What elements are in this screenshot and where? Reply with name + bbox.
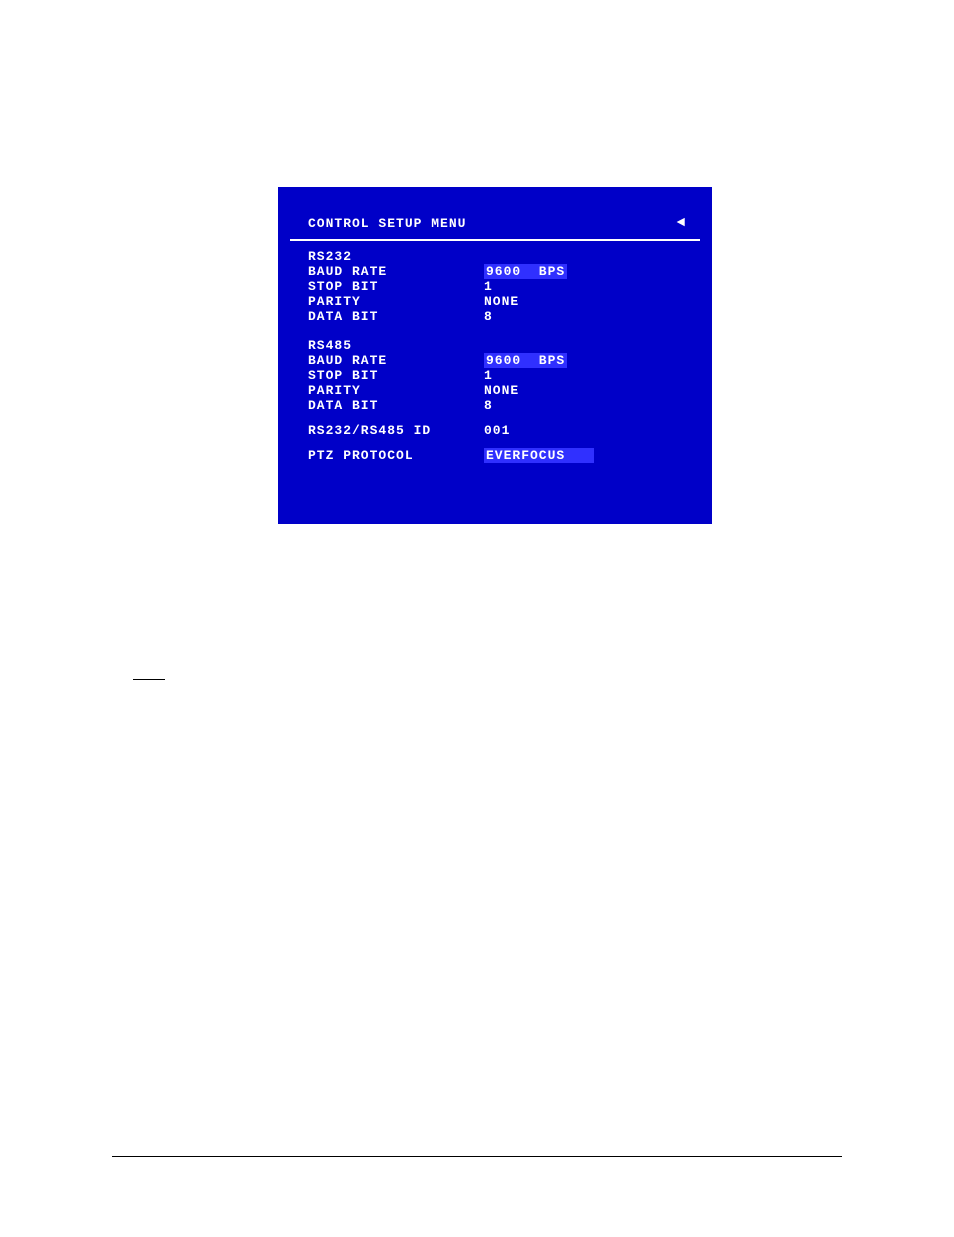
back-arrow-icon[interactable]: ◄ <box>677 215 686 231</box>
rs232-baud-rate-row[interactable]: BAUD RATE 9600 BPS <box>308 264 682 279</box>
menu-title: CONTROL SETUP MENU <box>308 216 466 231</box>
rs485-data-bit-label: DATA BIT <box>308 398 484 413</box>
rs485-data-bit-value[interactable]: 8 <box>484 398 493 413</box>
rs485-baud-rate-value[interactable]: 9600 BPS <box>484 353 567 368</box>
rs232-data-bit-row[interactable]: DATA BIT 8 <box>308 309 682 324</box>
rs-id-value[interactable]: 001 <box>484 423 510 438</box>
control-setup-menu-screen: CONTROL SETUP MENU ◄ RS232 BAUD RATE 960… <box>278 187 712 524</box>
short-underline <box>133 679 165 680</box>
rs232-stop-bit-value[interactable]: 1 <box>484 279 493 294</box>
menu-header: CONTROL SETUP MENU ◄ <box>278 187 712 239</box>
footer-separator <box>112 1156 842 1157</box>
rs485-baud-rate-label: BAUD RATE <box>308 353 484 368</box>
ptz-protocol-label: PTZ PROTOCOL <box>308 448 484 463</box>
rs485-baud-rate-row[interactable]: BAUD RATE 9600 BPS <box>308 353 682 368</box>
rs232-data-bit-label: DATA BIT <box>308 309 484 324</box>
rs485-parity-value[interactable]: NONE <box>484 383 519 398</box>
rs485-stop-bit-value[interactable]: 1 <box>484 368 493 383</box>
rs485-section-label: RS485 <box>308 338 682 353</box>
ptz-protocol-row[interactable]: PTZ PROTOCOL EVERFOCUS <box>308 448 682 463</box>
rs485-stop-bit-row[interactable]: STOP BIT 1 <box>308 368 682 383</box>
header-divider <box>290 239 700 241</box>
menu-content: RS232 BAUD RATE 9600 BPS STOP BIT 1 PARI… <box>278 247 712 463</box>
rs485-parity-label: PARITY <box>308 383 484 398</box>
rs232-baud-rate-value[interactable]: 9600 BPS <box>484 264 567 279</box>
rs232-section-label: RS232 <box>308 249 682 264</box>
rs232-stop-bit-row[interactable]: STOP BIT 1 <box>308 279 682 294</box>
rs485-data-bit-row[interactable]: DATA BIT 8 <box>308 398 682 413</box>
rs232-parity-row[interactable]: PARITY NONE <box>308 294 682 309</box>
rs232-baud-rate-label: BAUD RATE <box>308 264 484 279</box>
ptz-protocol-value[interactable]: EVERFOCUS <box>484 448 594 463</box>
rs232-parity-label: PARITY <box>308 294 484 309</box>
rs232-stop-bit-label: STOP BIT <box>308 279 484 294</box>
rs-id-label: RS232/RS485 ID <box>308 423 484 438</box>
rs232-data-bit-value[interactable]: 8 <box>484 309 493 324</box>
rs485-parity-row[interactable]: PARITY NONE <box>308 383 682 398</box>
rs-id-row[interactable]: RS232/RS485 ID 001 <box>308 423 682 438</box>
rs485-stop-bit-label: STOP BIT <box>308 368 484 383</box>
rs232-parity-value[interactable]: NONE <box>484 294 519 309</box>
